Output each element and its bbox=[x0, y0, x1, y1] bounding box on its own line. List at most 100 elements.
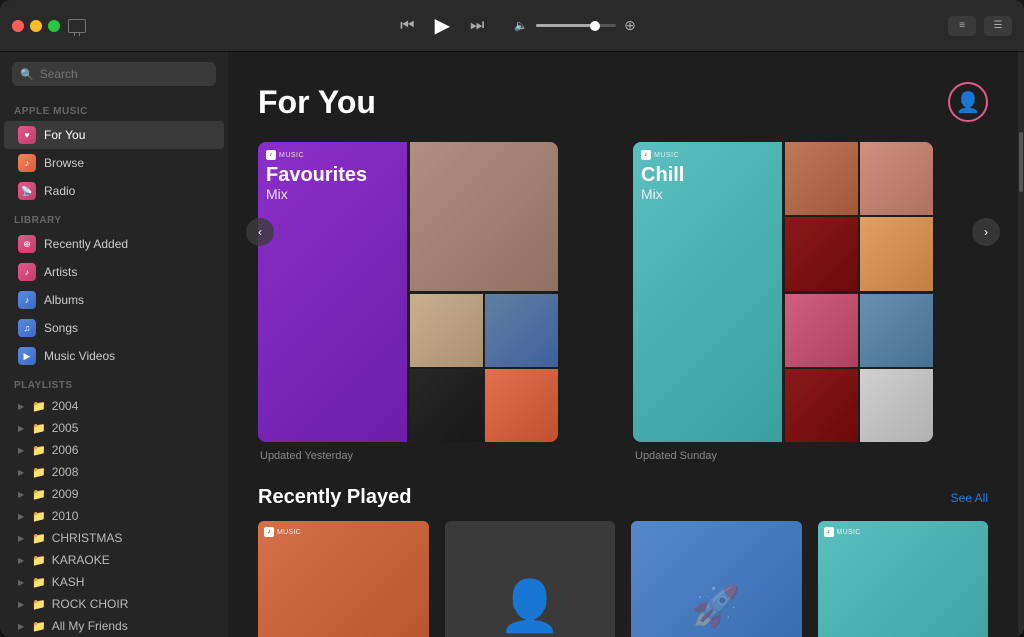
chill-sub-art-1 bbox=[785, 142, 934, 291]
profile-icon: 👤 bbox=[956, 90, 981, 115]
favourites-mix-card[interactable]: ♪ MUSIC Favourites Mix bbox=[258, 142, 613, 462]
playlist-kash[interactable]: ▶ 📁 KASH bbox=[4, 571, 224, 593]
app-window: ⏮ ▶ ⏭ 🔈 ⊕ ≡ ☰ � bbox=[0, 0, 1024, 637]
volume-control[interactable]: 🔈 ⊕ bbox=[514, 17, 635, 34]
albums-label: Albums bbox=[44, 293, 84, 307]
radio-icon: 📡 bbox=[18, 182, 36, 200]
apple-music-section-label: Apple Music bbox=[0, 96, 228, 121]
recently-icon: ⊕ bbox=[18, 235, 36, 253]
fastforward-button[interactable]: ⏭ bbox=[470, 17, 484, 35]
nav-next-button[interactable]: › bbox=[972, 218, 1000, 246]
chill-mix-rp-art: ♪ MUSIC Chill Mix bbox=[818, 521, 989, 637]
play-button[interactable]: ▶ bbox=[435, 13, 450, 38]
folder-icon: 📁 bbox=[32, 488, 46, 501]
chevron-right-icon: ▶ bbox=[18, 402, 26, 411]
rp-card-ed-sheeran[interactable]: ♪ MUSIC bbox=[258, 521, 429, 637]
artists-icon: ♪ bbox=[18, 263, 36, 281]
sidebar-item-artists[interactable]: ♪ Artists bbox=[4, 258, 224, 286]
chill-sub-art-2 bbox=[785, 294, 934, 443]
sidebar-item-music-videos[interactable]: ▶ Music Videos bbox=[4, 342, 224, 370]
library-section-label: Library bbox=[0, 205, 228, 230]
nav-prev-button[interactable]: ‹ bbox=[246, 218, 274, 246]
chevron-right-icon: ▶ bbox=[18, 534, 26, 543]
chevron-right-icon: ▶ bbox=[18, 446, 26, 455]
scrollbar[interactable] bbox=[1018, 52, 1024, 637]
music-videos-label: Music Videos bbox=[44, 349, 115, 363]
albums-icon: ♪ bbox=[18, 291, 36, 309]
chill-mix-subtitle: Mix bbox=[641, 186, 684, 202]
playlist-2004[interactable]: ▶ 📁 2004 bbox=[4, 395, 224, 417]
minimize-button[interactable] bbox=[30, 20, 42, 32]
folder-icon: 📁 bbox=[32, 422, 46, 435]
songs-icon: ♫ bbox=[18, 319, 36, 337]
sidebar-item-radio[interactable]: 📡 Radio bbox=[4, 177, 224, 205]
recently-played-header: Recently Played See All bbox=[228, 462, 1018, 521]
folder-icon: 📁 bbox=[32, 444, 46, 457]
see-all-button[interactable]: See All bbox=[951, 491, 988, 505]
favourites-updated: Updated Yesterday bbox=[258, 450, 613, 462]
sidebar-item-songs[interactable]: ♫ Songs bbox=[4, 314, 224, 342]
playlist-2004-label: 2004 bbox=[52, 399, 79, 413]
folder-icon: 📁 bbox=[32, 620, 46, 633]
title-bar-right: ≡ ☰ bbox=[948, 16, 1012, 36]
search-box[interactable]: 🔍 bbox=[12, 62, 216, 86]
maximize-button[interactable] bbox=[48, 20, 60, 32]
airplay-icon[interactable]: ⊕ bbox=[624, 17, 636, 34]
playlist-rock-choir-label: ROCK CHOIR bbox=[52, 597, 129, 611]
apple-music-badge: ♪ MUSIC bbox=[264, 527, 301, 537]
sidebar-item-browse[interactable]: ♪ Browse bbox=[4, 149, 224, 177]
playlist-2005[interactable]: ▶ 📁 2005 bbox=[4, 417, 224, 439]
chevron-right-icon: ▶ bbox=[18, 468, 26, 477]
page-title: For You bbox=[258, 84, 376, 121]
scrollbar-thumb[interactable] bbox=[1019, 132, 1023, 192]
rp-card-toy-story[interactable]: 🚀 bbox=[631, 521, 802, 637]
rp-card-user[interactable]: 👤 bbox=[445, 521, 616, 637]
playlist-2005-label: 2005 bbox=[52, 421, 79, 435]
playlist-2006-label: 2006 bbox=[52, 443, 79, 457]
recently-played-title: Recently Played bbox=[258, 486, 411, 509]
sidebar-item-for-you[interactable]: ♥ For You bbox=[4, 121, 224, 149]
lyrics-button[interactable]: ≡ bbox=[948, 16, 976, 36]
playlist-2008-label: 2008 bbox=[52, 465, 79, 479]
videos-icon: ▶ bbox=[18, 347, 36, 365]
profile-button[interactable]: 👤 bbox=[948, 82, 988, 122]
playlist-2006[interactable]: ▶ 📁 2006 bbox=[4, 439, 224, 461]
rp-card-chill-mix[interactable]: ♪ MUSIC Chill Mix bbox=[818, 521, 989, 637]
apple-music-badge: ♪ MUSIC Favourites Mix bbox=[266, 150, 367, 202]
playlist-christmas[interactable]: ▶ 📁 CHRISTMAS bbox=[4, 527, 224, 549]
playlist-rock-choir[interactable]: ▶ 📁 ROCK CHOIR bbox=[4, 593, 224, 615]
user-silhouette-icon: 👤 bbox=[499, 577, 561, 636]
chevron-right-icon: ▶ bbox=[18, 600, 26, 609]
playlist-2009-label: 2009 bbox=[52, 487, 79, 501]
chevron-right-icon: ▶ bbox=[18, 512, 26, 521]
toy-story-art: 🚀 bbox=[631, 521, 802, 637]
playlists-section-label: Playlists bbox=[0, 370, 228, 395]
content-header: For You 👤 bbox=[228, 52, 1018, 142]
apple-music-rp-badge: ♪ MUSIC bbox=[824, 527, 861, 537]
sidebar-item-albums[interactable]: ♪ Albums bbox=[4, 286, 224, 314]
playlist-2009[interactable]: ▶ 📁 2009 bbox=[4, 483, 224, 505]
queue-button[interactable]: ☰ bbox=[984, 16, 1012, 36]
ed-sheeran-art: ♪ MUSIC bbox=[258, 521, 429, 637]
close-button[interactable] bbox=[12, 20, 24, 32]
playlist-all-my-friends[interactable]: ▶ 📁 All My Friends bbox=[4, 615, 224, 637]
rewind-button[interactable]: ⏮ bbox=[400, 17, 414, 35]
playlist-2010[interactable]: ▶ 📁 2010 bbox=[4, 505, 224, 527]
mix-sub-art-2 bbox=[410, 294, 559, 443]
chevron-right-icon: ▶ bbox=[18, 622, 26, 631]
search-input[interactable] bbox=[40, 67, 208, 81]
note-icon: ♪ bbox=[18, 154, 36, 172]
playlist-karaoke[interactable]: ▶ 📁 KARAOKE bbox=[4, 549, 224, 571]
folder-icon: 📁 bbox=[32, 466, 46, 479]
folder-icon: 📁 bbox=[32, 554, 46, 567]
sidebar-item-recently-added[interactable]: ⊕ Recently Added bbox=[4, 230, 224, 258]
chill-mix-card[interactable]: ♪ MUSIC Chill Mix bbox=[633, 142, 988, 462]
chill-mix-title: Chill bbox=[641, 164, 684, 186]
chevron-right-icon: ▶ bbox=[18, 578, 26, 587]
chill-updated: Updated Sunday bbox=[633, 450, 988, 462]
playlist-christmas-label: CHRISTMAS bbox=[52, 531, 123, 545]
playlist-all-my-friends-label: All My Friends bbox=[52, 619, 128, 633]
folder-icon: 📁 bbox=[32, 510, 46, 523]
playlist-2008[interactable]: ▶ 📁 2008 bbox=[4, 461, 224, 483]
folder-icon: 📁 bbox=[32, 576, 46, 589]
